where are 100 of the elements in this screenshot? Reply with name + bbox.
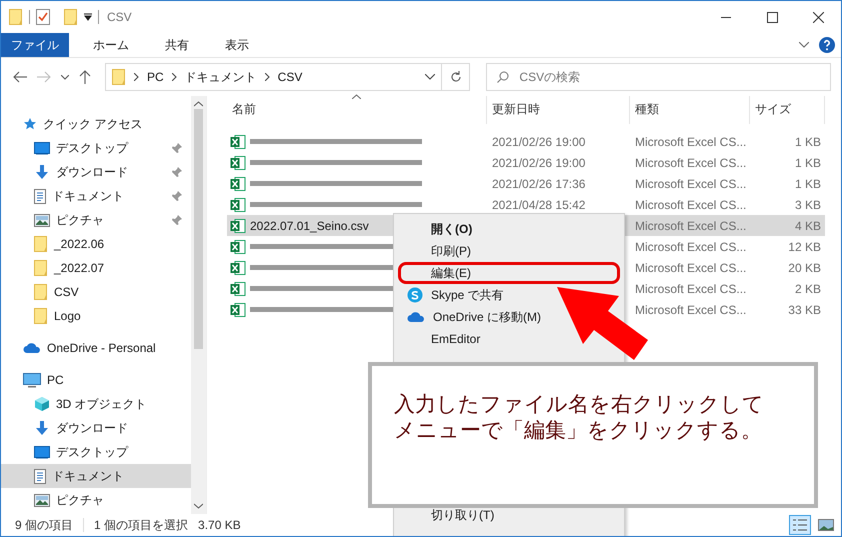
back-button[interactable] xyxy=(11,69,29,85)
column-header[interactable]: 更新日時 xyxy=(487,96,630,124)
table-cell-text: Microsoft Excel CS... xyxy=(634,196,748,214)
sidebar-item[interactable]: _2022.07 xyxy=(1,256,191,280)
sidebar-item[interactable]: ドキュメント xyxy=(1,184,191,208)
scrollbar[interactable] xyxy=(191,96,206,514)
selection-size: 3.70 KB xyxy=(198,518,241,532)
folder-icon xyxy=(34,236,48,252)
sidebar-item[interactable]: Logo xyxy=(1,304,191,328)
menu-item[interactable]: 切り取り(T) xyxy=(398,504,506,526)
menu-item[interactable]: EmEditor xyxy=(398,328,492,350)
table-cell-text: 2 KB xyxy=(794,280,822,298)
pin-icon[interactable] xyxy=(171,214,183,226)
close-icon[interactable] xyxy=(812,12,824,22)
pin-icon[interactable] xyxy=(171,166,183,178)
file-menu-button[interactable]: ファイル xyxy=(1,33,69,57)
list-icon xyxy=(793,519,807,531)
refresh-button[interactable] xyxy=(442,63,470,91)
minimize-icon[interactable] xyxy=(721,16,731,18)
ribbon-tab[interactable]: ホーム xyxy=(77,33,145,57)
callout-text: 入力したファイル名を右クリックして メニューで「編集」をクリックする。 xyxy=(394,392,765,444)
sidebar-item[interactable]: クイック アクセス xyxy=(1,112,191,136)
desktop-icon xyxy=(34,446,50,458)
document-icon xyxy=(34,188,46,204)
sidebar-item[interactable]: ダウンロード xyxy=(1,416,191,440)
menu-item[interactable]: 編集(E) xyxy=(398,262,620,284)
table-cell-text: 1 KB xyxy=(794,154,822,172)
sidebar-item[interactable]: ドキュメント xyxy=(1,464,191,488)
download-icon xyxy=(34,164,50,180)
search-icon xyxy=(497,71,510,83)
spreadsheet-icon xyxy=(230,302,246,318)
table-cell-text: 3 KB xyxy=(794,196,822,214)
recent-locations-button[interactable] xyxy=(59,72,71,82)
pin-icon[interactable] xyxy=(171,190,183,202)
ribbon-tab[interactable]: 表示 xyxy=(209,33,265,57)
up-button[interactable] xyxy=(77,68,93,86)
folder-icon xyxy=(34,284,48,300)
computer-icon xyxy=(23,372,41,388)
folder-icon xyxy=(9,9,23,25)
folder-icon xyxy=(34,260,48,276)
refresh-icon xyxy=(450,71,462,83)
dropdown-icon[interactable] xyxy=(84,13,92,21)
breadcrumb[interactable]: ドキュメント xyxy=(184,68,257,86)
table-cell-text: 2021/02/26 19:00 xyxy=(491,154,586,172)
sidebar-item[interactable]: CSV xyxy=(1,280,191,304)
table-cell-text: 1 KB xyxy=(794,134,822,150)
table-cell-text: Microsoft Excel CS... xyxy=(634,154,748,172)
table-cell-text: Microsoft Excel CS... xyxy=(634,238,748,256)
help-icon[interactable] xyxy=(819,37,835,53)
picture-icon xyxy=(34,214,50,226)
maximize-icon[interactable] xyxy=(766,12,778,22)
file-name[interactable]: 2022.07.01_Seino.csv xyxy=(250,218,369,232)
chevron-down-icon[interactable] xyxy=(424,74,435,80)
sidebar-item[interactable]: デスクトップ xyxy=(1,136,191,160)
scroll-up-icon[interactable] xyxy=(194,101,203,107)
sidebar-item[interactable]: デスクトップ xyxy=(1,440,191,464)
spreadsheet-icon xyxy=(230,176,246,192)
sidebar-item[interactable]: 3D オブジェクト xyxy=(1,392,191,416)
sidebar-item[interactable]: ダウンロード xyxy=(1,160,191,184)
pin-icon[interactable] xyxy=(171,142,183,154)
folder-icon xyxy=(34,308,48,324)
ribbon-tab[interactable]: 共有 xyxy=(149,33,205,57)
chevron-right-icon xyxy=(264,73,270,81)
selection-count: 1 個の項目を選択 xyxy=(94,516,188,534)
menu-item[interactable]: Skype で共有 xyxy=(398,284,515,306)
picture-icon xyxy=(818,519,834,531)
chevron-down-icon[interactable] xyxy=(799,42,809,48)
cube-icon xyxy=(34,396,50,412)
table-cell-text: 33 KB xyxy=(787,302,822,318)
menu-item[interactable]: 開く(O) xyxy=(398,218,484,240)
document-icon xyxy=(34,468,46,484)
table-cell-text: 12 KB xyxy=(787,238,822,256)
window-title: CSV xyxy=(107,10,132,24)
address-bar[interactable]: PC ドキュメント CSV xyxy=(105,63,442,91)
sidebar-item[interactable]: PC xyxy=(1,368,191,392)
table-cell-text: 1 KB xyxy=(794,176,822,192)
spreadsheet-icon xyxy=(230,218,246,234)
sidebar-item[interactable]: _2022.06 xyxy=(1,232,191,256)
table-cell-text: Microsoft Excel CS... xyxy=(634,260,748,276)
details-view-button[interactable] xyxy=(789,515,811,535)
table-cell-text: 2021/02/26 19:00 xyxy=(491,134,586,150)
sidebar-item[interactable]: ピクチャ xyxy=(1,208,191,232)
table-cell-text: 2021/02/26 17:36 xyxy=(491,176,586,192)
sidebar-item[interactable]: OneDrive - Personal xyxy=(1,336,191,360)
search-box[interactable]: CSVの検索 xyxy=(486,63,831,91)
sidebar-item[interactable]: ピクチャ xyxy=(1,488,191,512)
folder-icon xyxy=(112,69,126,85)
breadcrumb[interactable]: CSV xyxy=(278,70,302,84)
scroll-down-icon[interactable] xyxy=(194,503,203,509)
menu-item[interactable]: OneDrive に移動(M) xyxy=(398,306,552,328)
spreadsheet-icon xyxy=(230,134,246,150)
table-cell: Microsoft Excel CS... xyxy=(630,215,750,236)
breadcrumb[interactable]: PC xyxy=(147,70,164,84)
menu-item[interactable]: 印刷(P) xyxy=(398,240,482,262)
column-header[interactable]: 名前 xyxy=(227,96,487,124)
column-header[interactable]: サイズ xyxy=(750,96,825,124)
properties-icon[interactable] xyxy=(36,9,50,25)
column-header[interactable]: 種類 xyxy=(630,96,750,124)
table-cell-text: Microsoft Excel CS... xyxy=(634,176,748,192)
table-cell-text: 2021/04/28 15:42 xyxy=(491,196,586,214)
